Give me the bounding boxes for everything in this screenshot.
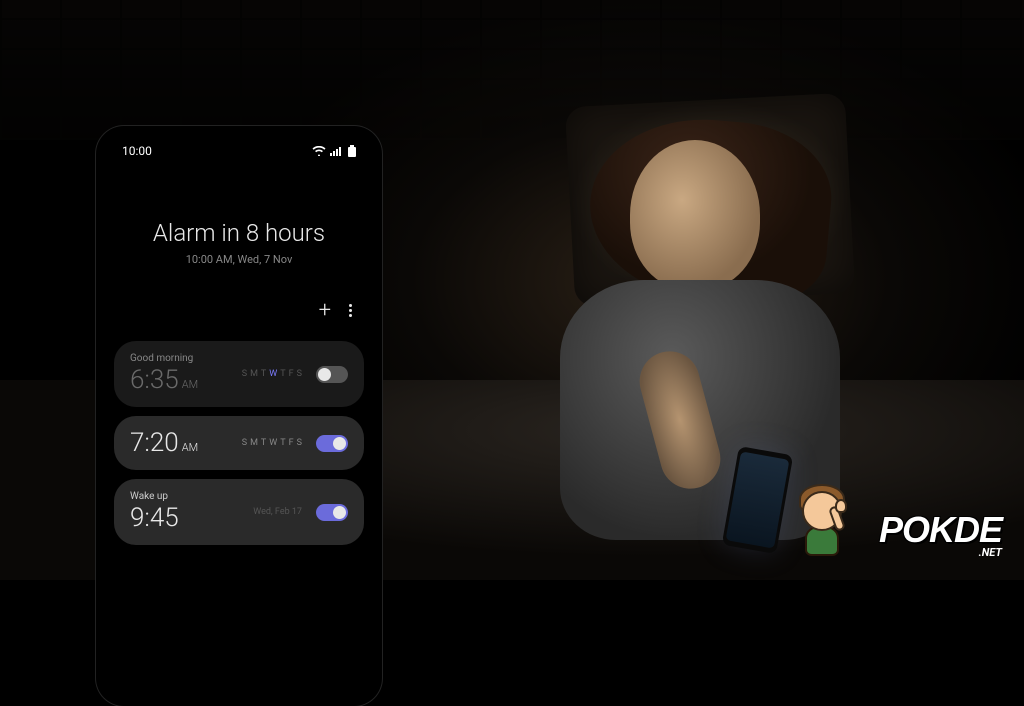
add-alarm-button[interactable]: + <box>319 298 331 323</box>
alarm-header: Alarm in 8 hours 10:00 AM, Wed, 7 Nov <box>104 164 374 290</box>
alarm-list: Good morning 6:35 AM S M T W T F S <box>104 341 374 698</box>
alarm-toggle[interactable] <box>316 366 348 383</box>
alarm-time: 9:45 <box>130 503 253 533</box>
alarm-time: 7:20 AM <box>130 428 242 458</box>
background-scene: 10:00 <box>0 0 1024 576</box>
pokde-logo: POKDE .NET <box>787 476 1002 561</box>
alarm-toggle[interactable] <box>316 435 348 452</box>
alarm-days: S M T W T F S <box>242 438 302 448</box>
alarm-time: 6:35 AM <box>130 365 242 395</box>
alarm-label: Good morning <box>130 353 242 364</box>
status-icons <box>312 145 356 157</box>
wifi-icon <box>312 146 326 156</box>
status-time: 10:00 <box>122 144 152 158</box>
alarm-label: Wake up <box>130 491 253 502</box>
alarm-date: Wed, Feb 17 <box>253 507 302 517</box>
battery-icon <box>348 145 356 157</box>
alarm-days: S M T W T F S <box>242 369 302 379</box>
logo-brand-text: POKDE <box>879 509 1002 551</box>
logo-mascot-icon <box>787 481 857 561</box>
alarm-card[interactable]: Wake up 9:45 Wed, Feb 17 <box>114 479 364 545</box>
person-head <box>630 140 760 290</box>
status-bar: 10:00 <box>104 134 374 164</box>
header-subtitle: 10:00 AM, Wed, 7 Nov <box>120 253 358 266</box>
more-options-button[interactable] <box>349 304 352 317</box>
logo-suffix-text: .NET <box>979 546 1002 559</box>
phone-mockup: 10:00 <box>96 126 382 706</box>
signal-icon <box>330 146 344 156</box>
alarm-toggle[interactable] <box>316 504 348 521</box>
alarm-card[interactable]: 7:20 AM S M T W T F S <box>114 416 364 470</box>
header-title: Alarm in 8 hours <box>120 219 358 247</box>
phone-screen: 10:00 <box>104 134 374 698</box>
alarm-card[interactable]: Good morning 6:35 AM S M T W T F S <box>114 341 364 407</box>
action-bar: + <box>104 290 374 341</box>
